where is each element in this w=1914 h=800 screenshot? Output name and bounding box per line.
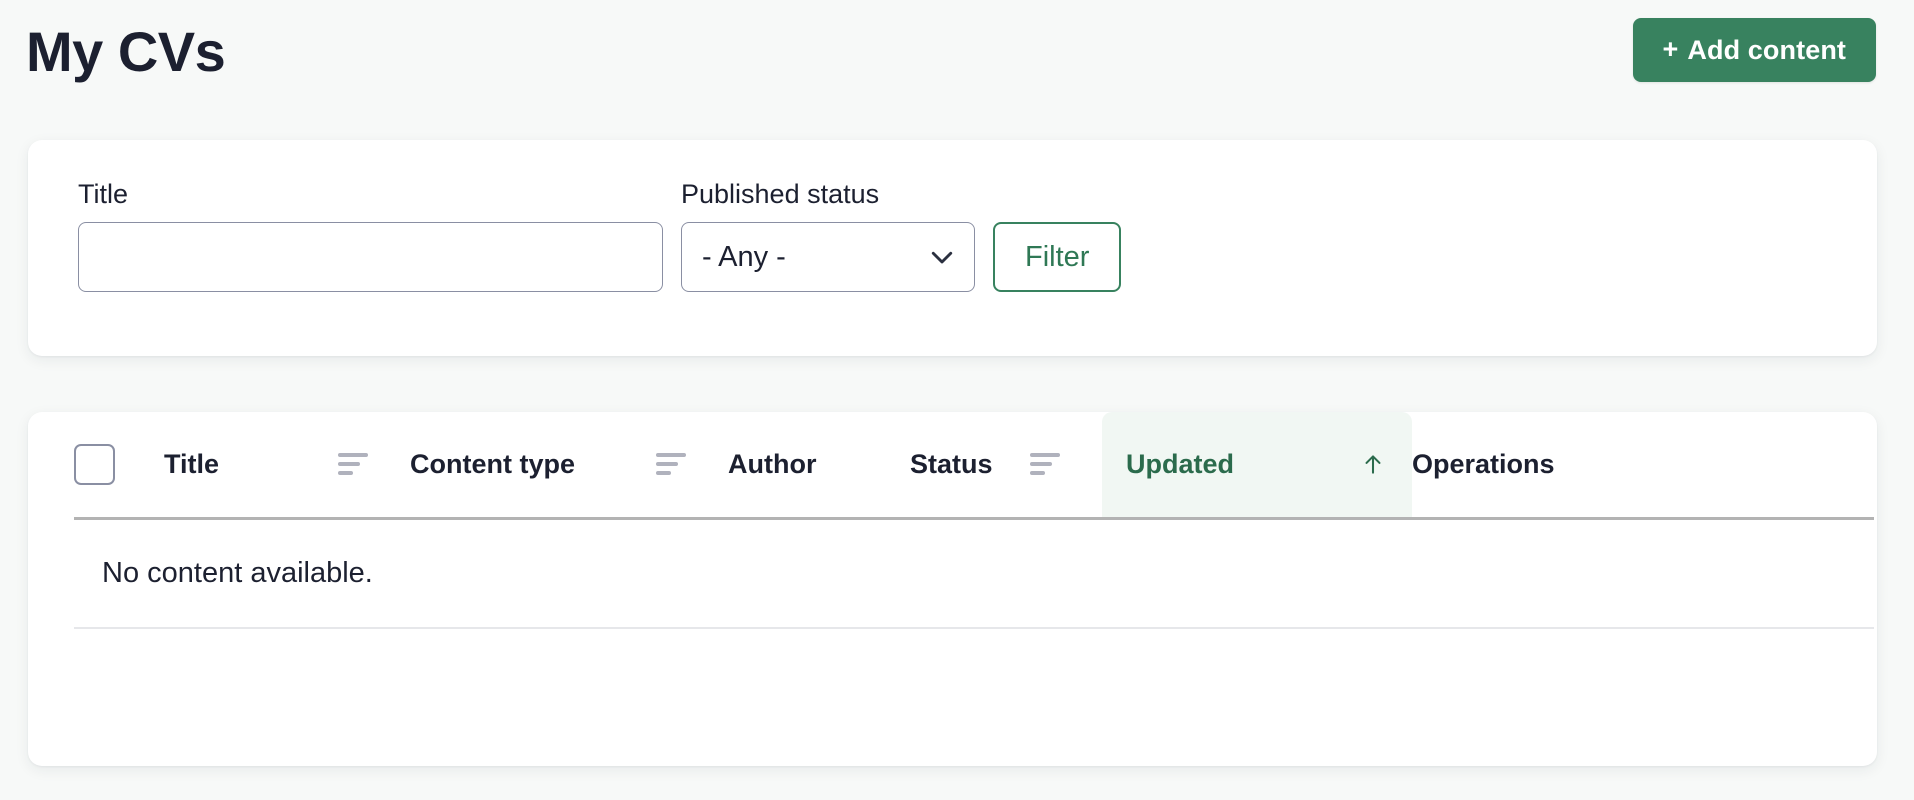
sort-icon-bar (338, 471, 353, 476)
sort-icon-bar (656, 453, 686, 458)
column-header-status[interactable]: Status (910, 412, 1030, 520)
column-header-title[interactable]: Title (164, 412, 338, 520)
column-header-author-label: Author (728, 448, 817, 479)
column-header-operations: Operations (1412, 412, 1874, 520)
sort-icon-title[interactable] (338, 453, 368, 476)
published-status-select[interactable]: - Any - (681, 222, 975, 292)
filter-card: Title Published status - Any - Filter (28, 140, 1877, 356)
title-filter-input[interactable] (78, 222, 663, 292)
column-header-updated[interactable]: Updated (1102, 412, 1412, 520)
published-status-label: Published status (681, 179, 880, 209)
sort-icon-bar (656, 471, 671, 476)
sort-icon-bar (338, 462, 360, 467)
content-table: Title Content type Author Status Updated… (74, 412, 1874, 629)
add-content-button[interactable]: + Add content (1632, 18, 1876, 82)
content-table-scroll: Title Content type Author Status Updated… (74, 412, 1877, 766)
sort-icon-status[interactable] (1030, 453, 1060, 476)
empty-state-cell: No content available. (74, 518, 1874, 629)
column-header-select-all (74, 412, 164, 520)
filter-submit-button-label: Filter (1025, 240, 1090, 273)
sort-icon-bar (656, 462, 678, 467)
content-table-body: No content available. (74, 518, 1874, 629)
content-table-head: Title Content type Author Status Updated… (74, 412, 1874, 520)
sort-icon-bar (1030, 462, 1052, 467)
filter-form: Title Published status - Any - Filter (78, 178, 1122, 292)
table-row-empty: No content available. (74, 518, 1874, 629)
column-header-content-type[interactable]: Content type (410, 412, 656, 520)
column-header-status-sort[interactable] (1030, 412, 1102, 520)
column-header-title-sort[interactable] (338, 412, 410, 520)
published-status-selected-value: - Any - (702, 240, 786, 273)
select-all-checkbox[interactable] (74, 443, 115, 485)
content-table-header-row: Title Content type Author Status Updated… (74, 412, 1874, 520)
column-header-updated-inner: Updated (1102, 449, 1412, 480)
page-root: My CVs + Add content Title Published sta… (0, 0, 1914, 800)
page-header: My CVs + Add content (0, 0, 1914, 120)
column-header-operations-label: Operations (1412, 448, 1555, 479)
title-filter-group: Title (78, 178, 663, 292)
content-table-card: Title Content type Author Status Updated… (28, 412, 1877, 766)
published-status-select-wrap: - Any - (681, 222, 975, 292)
column-header-author: Author (728, 412, 910, 520)
sort-icon-bar (1030, 471, 1045, 476)
column-header-title-label: Title (164, 448, 220, 479)
filter-submit-button[interactable]: Filter (993, 222, 1122, 292)
page-title: My CVs (26, 20, 226, 83)
title-filter-label: Title (78, 179, 129, 209)
column-header-status-label: Status (910, 448, 993, 479)
column-header-content-type-label: Content type (410, 448, 575, 479)
sort-arrow-up-icon[interactable] (1360, 449, 1386, 479)
add-content-button-label: Add content (1687, 34, 1846, 65)
plus-icon: + (1662, 33, 1679, 64)
published-status-group: Published status - Any - (681, 178, 975, 292)
sort-icon-content-type[interactable] (656, 453, 686, 476)
column-header-updated-label: Updated (1126, 448, 1234, 479)
sort-icon-bar (338, 453, 368, 458)
column-header-content-type-sort[interactable] (656, 412, 728, 520)
sort-icon-bar (1030, 453, 1060, 458)
empty-state-message: No content available. (102, 556, 373, 589)
